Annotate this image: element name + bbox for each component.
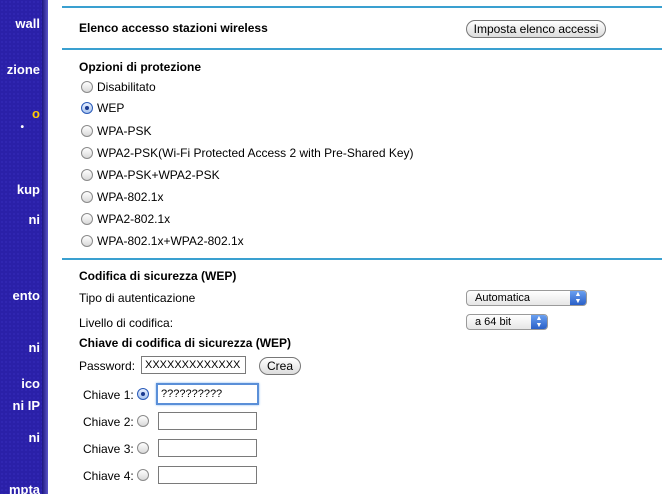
access-list-label: Elenco accesso stazioni wireless — [79, 21, 268, 35]
sidebar-item-ni-1[interactable]: ni — [28, 212, 40, 227]
sidebar-item-aggiornamento[interactable]: ento — [13, 288, 40, 303]
radio-wpa-wpa2-8021x-label: WPA-802.1x+WPA2-802.1x — [97, 234, 244, 248]
key-2-label: Chiave 2: — [83, 415, 134, 429]
radio-wpa2-8021x-label: WPA2-802.1x — [97, 212, 171, 226]
key-3-radio[interactable] — [137, 442, 149, 454]
wep-heading: Codifica di sicurezza (WEP) — [79, 269, 237, 283]
section-divider — [62, 48, 662, 50]
radio-wpa2-psk-label: WPA2-PSK(Wi-Fi Protected Access 2 with P… — [97, 146, 414, 160]
sidebar-item-active[interactable]: o — [32, 106, 40, 121]
sidebar-item-backup[interactable]: kup — [17, 182, 40, 197]
sidebar-nav: wall zione o • kup ni ento ni ico ni IP … — [0, 0, 48, 494]
encryption-level-value: a 64 bit — [475, 316, 512, 328]
radio-disabled-label: Disabilitato — [97, 80, 156, 94]
key-4-input[interactable] — [158, 466, 257, 484]
radio-wpa-8021x[interactable] — [81, 191, 93, 203]
encryption-level-select[interactable]: a 64 bit ▲ ▼ — [466, 314, 548, 330]
auth-type-value: Automatica — [475, 292, 531, 304]
sidebar-edge — [42, 0, 48, 494]
password-input[interactable] — [141, 356, 246, 374]
key-1-label: Chiave 1: — [83, 388, 134, 402]
radio-wpa-psk-label: WPA-PSK — [97, 124, 152, 138]
radio-wep[interactable] — [81, 102, 93, 114]
radio-wpa-wpa2-8021x[interactable] — [81, 235, 93, 247]
key-3-label: Chiave 3: — [83, 442, 134, 456]
set-access-list-button[interactable]: Imposta elenco accessi — [466, 20, 606, 38]
sidebar-item-traffico[interactable]: ico — [21, 376, 40, 391]
sidebar-item-protezione[interactable]: zione — [7, 62, 40, 77]
radio-wpa-psk[interactable] — [81, 125, 93, 137]
select-arrows-icon: ▲ ▼ — [531, 315, 547, 329]
sidebar-item-ni-2[interactable]: ni — [28, 340, 40, 355]
sidebar-item-ni-3[interactable]: ni — [28, 430, 40, 445]
key-4-label: Chiave 4: — [83, 469, 134, 483]
key-1-radio[interactable] — [137, 388, 149, 400]
section-divider — [62, 6, 662, 8]
protection-heading: Opzioni di protezione — [79, 60, 201, 74]
key-3-input[interactable] — [158, 439, 257, 457]
key-1-input[interactable] — [156, 383, 259, 405]
radio-wpa2-8021x[interactable] — [81, 213, 93, 225]
section-divider — [62, 258, 662, 260]
sidebar-item-firewall[interactable]: wall — [15, 16, 40, 31]
auth-type-label: Tipo di autenticazione — [79, 291, 196, 305]
radio-wpa2-psk[interactable] — [81, 147, 93, 159]
select-arrows-icon: ▲ ▼ — [570, 291, 586, 305]
key-2-radio[interactable] — [137, 415, 149, 427]
sidebar-bullet: • — [20, 122, 24, 133]
radio-wep-label: WEP — [97, 101, 125, 115]
radio-wpa-psk-wpa2-psk[interactable] — [81, 169, 93, 181]
create-key-button[interactable]: Crea — [259, 357, 301, 375]
wep-key-heading: Chiave di codifica di sicurezza (WEP) — [79, 336, 292, 350]
auth-type-select[interactable]: Automatica ▲ ▼ — [466, 290, 587, 306]
key-2-input[interactable] — [158, 412, 257, 430]
radio-wpa-8021x-label: WPA-802.1x — [97, 190, 164, 204]
sidebar-item-prompt[interactable]: mpta — [9, 482, 40, 494]
main-panel: Elenco accesso stazioni wireless Imposta… — [62, 0, 662, 494]
sidebar-item-indirizzi-ip[interactable]: ni IP — [13, 398, 40, 413]
radio-disabled[interactable] — [81, 81, 93, 93]
password-label: Password: — [79, 359, 136, 373]
encryption-level-label: Livello di codifica: — [79, 316, 174, 330]
key-4-radio[interactable] — [137, 469, 149, 481]
radio-wpa-psk-wpa2-psk-label: WPA-PSK+WPA2-PSK — [97, 168, 220, 182]
